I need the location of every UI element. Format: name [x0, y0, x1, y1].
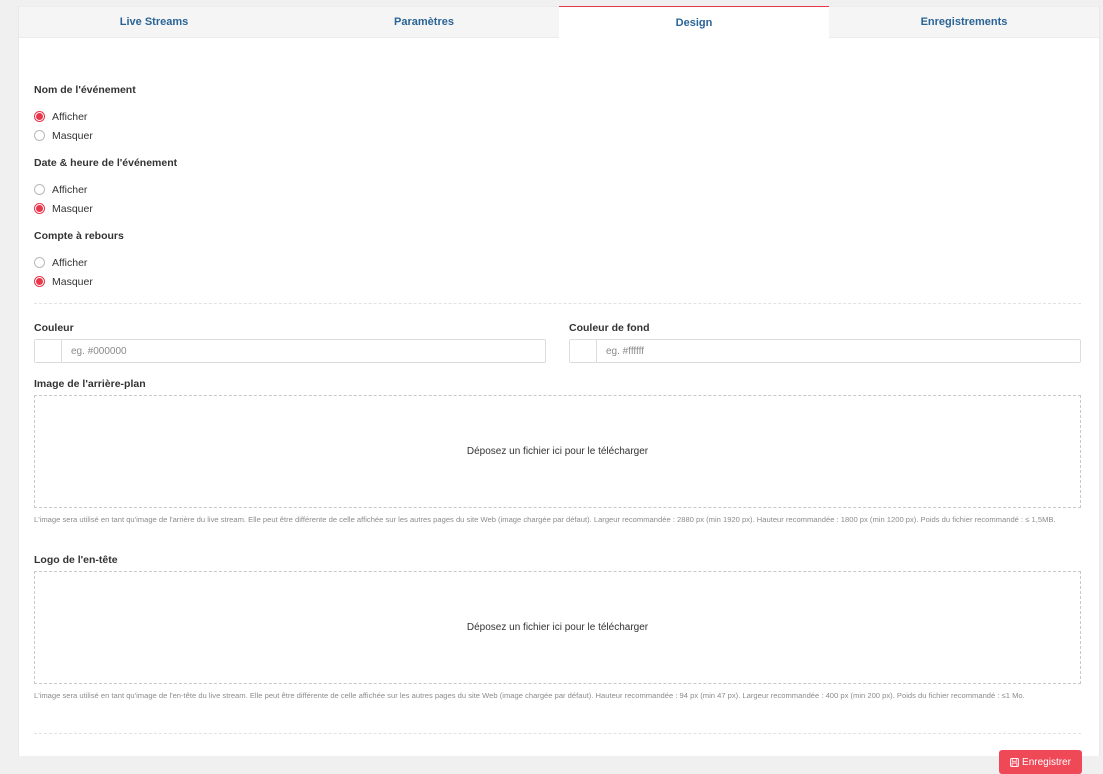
- countdown-hide-label: Masquer: [52, 275, 93, 288]
- countdown-hide-option[interactable]: Masquer: [34, 272, 93, 291]
- countdown-show-radio[interactable]: [34, 257, 45, 268]
- design-settings-panel: Live Streams Paramètres Design Enregistr…: [18, 6, 1100, 774]
- save-button-label: Enregistrer: [1022, 756, 1071, 768]
- countdown-show-option[interactable]: Afficher: [34, 253, 87, 272]
- countdown-hide-radio[interactable]: [34, 276, 45, 287]
- event-name-show-radio[interactable]: [34, 111, 45, 122]
- event-datetime-show-radio[interactable]: [34, 184, 45, 195]
- event-datetime-show-label: Afficher: [52, 183, 88, 196]
- tab-design[interactable]: Design: [559, 6, 829, 38]
- color-field[interactable]: [34, 339, 546, 363]
- header-logo-help: L'image sera utilisé en tant qu'image de…: [34, 691, 1025, 700]
- color-input[interactable]: [62, 340, 545, 362]
- countdown-show-label: Afficher: [52, 256, 88, 269]
- event-datetime-hide-option[interactable]: Masquer: [34, 199, 93, 218]
- footer-divider: [34, 733, 1081, 734]
- event-name-hide-option[interactable]: Masquer: [34, 126, 93, 145]
- background-color-field[interactable]: [569, 339, 1081, 363]
- event-name-show-label: Afficher: [52, 110, 88, 123]
- background-image-dropzone-text: Déposez un fichier ici pour le télécharg…: [466, 446, 649, 457]
- background-image-dropzone[interactable]: Déposez un fichier ici pour le télécharg…: [34, 395, 1081, 508]
- event-datetime-label: Date & heure de l'événement: [34, 157, 178, 169]
- tab-live-streams[interactable]: Live Streams: [19, 6, 289, 37]
- background-image-label: Image de l'arrière-plan: [34, 378, 146, 390]
- event-datetime-hide-label: Masquer: [52, 202, 93, 215]
- background-color-label: Couleur de fond: [569, 322, 650, 334]
- event-name-hide-label: Masquer: [52, 129, 93, 142]
- event-datetime-show-option[interactable]: Afficher: [34, 180, 87, 199]
- event-name-label: Nom de l'événement: [34, 84, 136, 96]
- color-swatch[interactable]: [35, 340, 62, 362]
- section-divider: [34, 303, 1081, 304]
- background-image-help: L'image sera utilisé en tant qu'image de…: [34, 515, 1056, 524]
- save-button[interactable]: Enregistrer: [999, 750, 1082, 774]
- save-icon: [1010, 757, 1019, 767]
- header-logo-label: Logo de l'en-tête: [34, 554, 118, 566]
- background-color-swatch[interactable]: [570, 340, 597, 362]
- header-logo-dropzone-text: Déposez un fichier ici pour le télécharg…: [466, 622, 649, 633]
- header-logo-dropzone[interactable]: Déposez un fichier ici pour le télécharg…: [34, 571, 1081, 684]
- background-color-input[interactable]: [597, 340, 1080, 362]
- color-label: Couleur: [34, 322, 74, 334]
- countdown-label: Compte à rebours: [34, 230, 124, 242]
- tab-bar: Live Streams Paramètres Design Enregistr…: [19, 6, 1099, 38]
- event-name-hide-radio[interactable]: [34, 130, 45, 141]
- tab-enregistrements[interactable]: Enregistrements: [829, 6, 1099, 37]
- event-name-show-option[interactable]: Afficher: [34, 107, 87, 126]
- event-datetime-hide-radio[interactable]: [34, 203, 45, 214]
- tab-parametres[interactable]: Paramètres: [289, 6, 559, 37]
